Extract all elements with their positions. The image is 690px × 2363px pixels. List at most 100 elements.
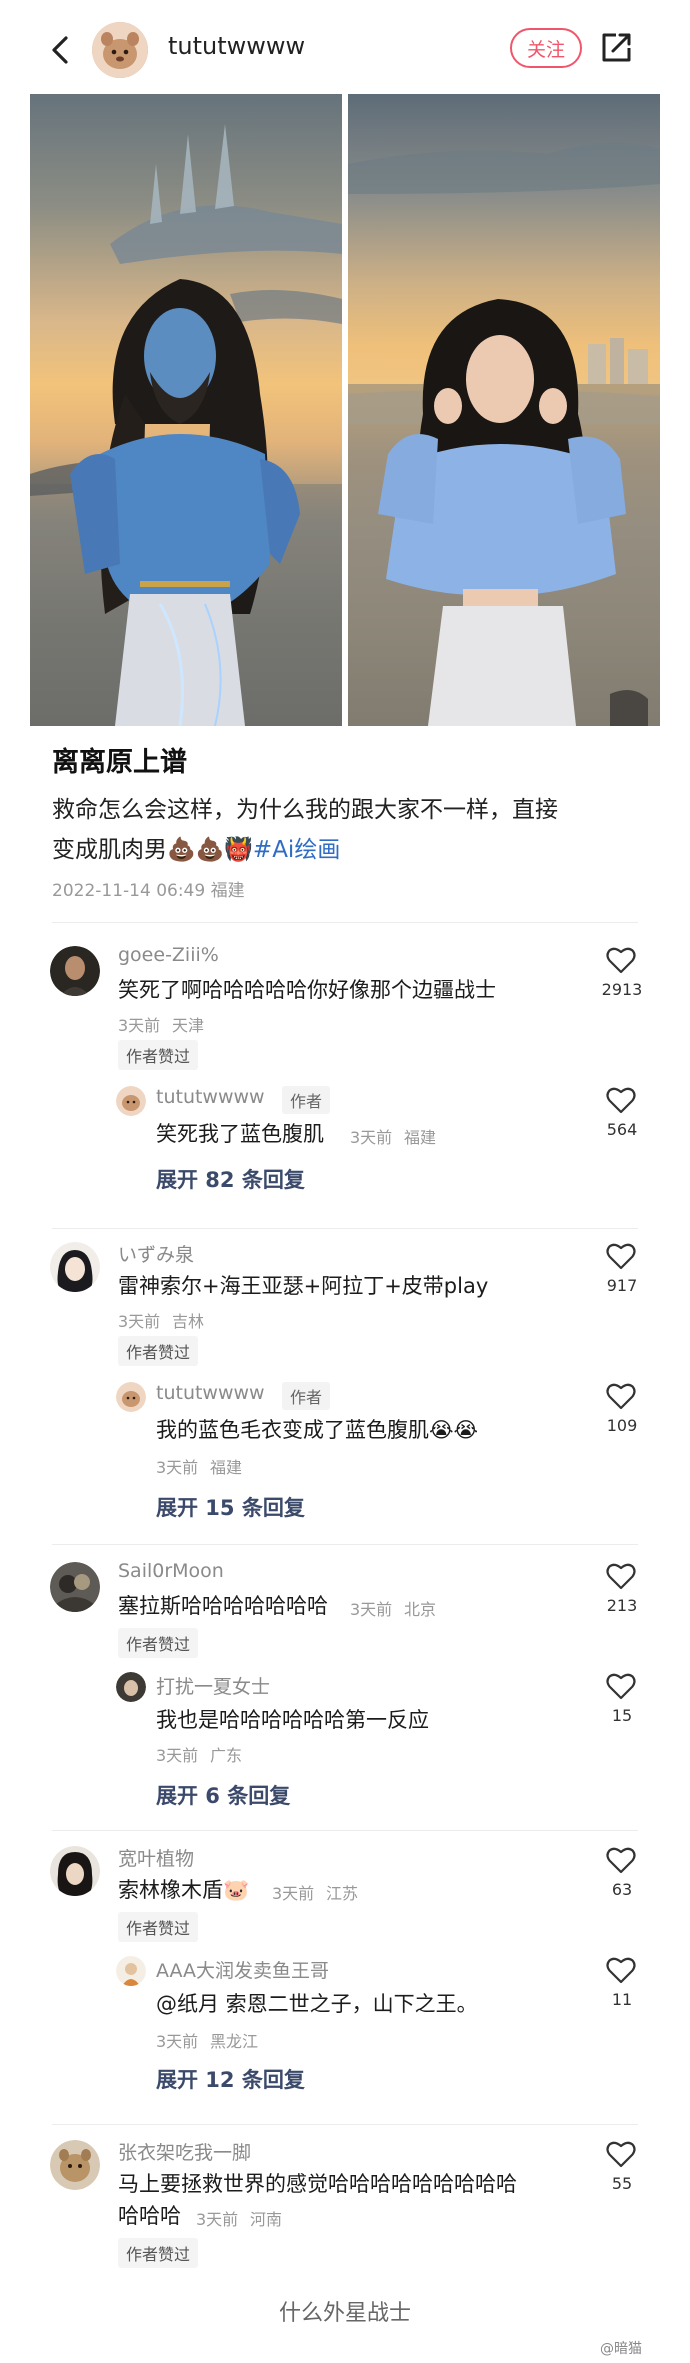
commenter-name[interactable]: いずみ泉 xyxy=(118,1240,194,1267)
reply-time: 3天前 xyxy=(156,2032,199,2051)
expand-replies-button[interactable]: 展开 6 条回复 xyxy=(156,1780,290,1810)
comment-text: 马上要拯救世界的感觉哈哈哈哈哈哈哈哈哈 xyxy=(118,2172,517,2196)
reply-text: 笑死我了蓝色腹肌 xyxy=(156,1122,324,1146)
divider xyxy=(52,1544,638,1545)
reply-username[interactable]: tututwwww xyxy=(156,1382,265,1404)
comment-time: 3天前 xyxy=(350,1600,393,1619)
reply-avatar[interactable] xyxy=(116,1672,146,1702)
comment-time: 3天前 xyxy=(118,1312,161,1331)
comment-time: 3天前 xyxy=(272,1884,315,1903)
heart-icon[interactable] xyxy=(606,946,636,974)
comment-text: 笑死了啊哈哈哈哈哈你好像那个边疆战士 xyxy=(118,978,496,1002)
author-liked-badge: 作者赞过 xyxy=(118,1336,199,1366)
commenter-avatar[interactable] xyxy=(50,946,100,996)
post-date: 2022-11-14 06:49 xyxy=(52,881,206,901)
comment-text: 索林橡木盾🐷 xyxy=(118,1878,250,1902)
share-icon[interactable] xyxy=(598,30,634,66)
reply-avatar[interactable] xyxy=(116,1956,146,1986)
expand-replies-button[interactable]: 展开 15 条回复 xyxy=(156,1492,305,1522)
comment-time: 3天前 xyxy=(196,2210,239,2229)
expand-replies-button[interactable]: 展开 82 条回复 xyxy=(156,1164,305,1194)
follow-button[interactable]: 关注 xyxy=(510,28,582,68)
like-count: 109 xyxy=(606,1416,638,1435)
commenter-avatar[interactable] xyxy=(50,1846,100,1896)
like-count: 63 xyxy=(611,1880,633,1899)
comment-location: 北京 xyxy=(404,1600,437,1619)
post-title: 离离原上谱 xyxy=(52,747,187,778)
reply-avatar[interactable] xyxy=(116,1382,146,1412)
comment-location: 吉林 xyxy=(172,1312,205,1331)
like-count: 213 xyxy=(606,1596,638,1615)
post-image-gallery[interactable] xyxy=(30,94,660,726)
comment-text: 哈哈哈 xyxy=(118,2204,181,2228)
reply-location: 福建 xyxy=(210,1458,243,1477)
commenter-avatar[interactable] xyxy=(50,2140,100,2190)
reply-location: 广东 xyxy=(210,1746,243,1765)
like-count: 564 xyxy=(606,1120,638,1139)
divider xyxy=(52,922,638,923)
comment-location: 天津 xyxy=(172,1016,205,1035)
like-count: 11 xyxy=(611,1990,633,2009)
reply-username[interactable]: tututwwww xyxy=(156,1086,265,1108)
like-count: 2913 xyxy=(601,980,643,999)
reply-avatar[interactable] xyxy=(116,1086,146,1116)
author-liked-badge: 作者赞过 xyxy=(118,1628,199,1658)
comment-location: 河南 xyxy=(250,2210,283,2229)
post-body-line: 变成肌肉男💩💩👹#Ai绘画 xyxy=(52,830,652,870)
post-meta: 2022-11-14 06:49 福建 xyxy=(52,876,245,901)
commenter-name[interactable]: 宽叶植物 xyxy=(118,1844,194,1871)
author-tag: 作者 xyxy=(282,1382,331,1410)
reply-time: 3天前 xyxy=(156,1746,199,1765)
heart-icon[interactable] xyxy=(606,1672,636,1700)
like-count: 15 xyxy=(611,1706,633,1725)
heart-icon[interactable] xyxy=(606,1846,636,1874)
top-bar: tututwwww 关注 xyxy=(0,0,690,100)
author-liked-badge: 作者赞过 xyxy=(118,1912,199,1942)
reply-location: 福建 xyxy=(404,1128,437,1147)
heart-icon[interactable] xyxy=(606,1242,636,1270)
author-liked-badge: 作者赞过 xyxy=(118,2238,199,2268)
comment-text: 塞拉斯哈哈哈哈哈哈哈 xyxy=(118,1594,328,1618)
heart-icon[interactable] xyxy=(606,1086,636,1114)
divider xyxy=(52,2124,638,2125)
like-count: 917 xyxy=(606,1276,638,1295)
divider xyxy=(52,1830,638,1831)
comment-location: 江苏 xyxy=(326,1884,359,1903)
author-avatar[interactable] xyxy=(92,22,148,78)
reply-location: 黑龙江 xyxy=(210,2032,259,2051)
reply-text: 我也是哈哈哈哈哈哈第一反应 xyxy=(156,1708,429,1732)
commenter-avatar[interactable] xyxy=(50,1242,100,1292)
commenter-name[interactable]: Sail0rMoon xyxy=(118,1560,224,1582)
original-photo-image[interactable] xyxy=(348,94,660,726)
back-icon[interactable] xyxy=(42,30,82,70)
heart-icon[interactable] xyxy=(606,1956,636,1984)
divider xyxy=(52,1228,638,1229)
comment-text: 雷神索尔+海王亚瑟+阿拉丁+皮带play xyxy=(118,1274,489,1298)
expand-replies-button[interactable]: 展开 12 条回复 xyxy=(156,2064,305,2094)
commenter-name[interactable]: 张衣架吃我一脚 xyxy=(118,2138,251,2165)
watermark: @暗猫 xyxy=(600,2341,642,2357)
comment-time: 3天前 xyxy=(118,1016,161,1035)
reply-username[interactable]: 打扰一夏女士 xyxy=(156,1672,270,1699)
post-body-line: 救命怎么会这样，为什么我的跟大家不一样，直接 xyxy=(52,797,558,823)
post-location: 福建 xyxy=(210,881,245,901)
reply-time: 3天前 xyxy=(350,1128,393,1147)
commenter-name[interactable]: goee-Ziii% xyxy=(118,944,219,966)
post-body-text: 变成肌肉男💩💩👹 xyxy=(52,837,253,863)
heart-icon[interactable] xyxy=(606,1562,636,1590)
author-username[interactable]: tututwwww xyxy=(168,32,305,60)
ai-generated-image[interactable] xyxy=(30,94,342,726)
heart-icon[interactable] xyxy=(606,2140,636,2168)
commenter-avatar[interactable] xyxy=(50,1562,100,1612)
post-body: 救命怎么会这样，为什么我的跟大家不一样，直接 变成肌肉男💩💩👹#Ai绘画 xyxy=(52,790,652,870)
author-liked-badge: 作者赞过 xyxy=(118,1040,199,1070)
like-count: 55 xyxy=(611,2174,633,2193)
reply-text: @纸月 索恩二世之子，山下之王。 xyxy=(156,1992,478,2016)
reply-username[interactable]: AAA大润发卖鱼王哥 xyxy=(156,1956,329,1983)
hashtag-link[interactable]: #Ai绘画 xyxy=(253,837,340,863)
reply-text: 我的蓝色毛衣变成了蓝色腹肌😭😭 xyxy=(156,1418,479,1442)
caption-text: 什么外星战士 xyxy=(278,2301,411,2326)
reply-time: 3天前 xyxy=(156,1458,199,1477)
heart-icon[interactable] xyxy=(606,1382,636,1410)
author-tag: 作者 xyxy=(282,1086,331,1114)
